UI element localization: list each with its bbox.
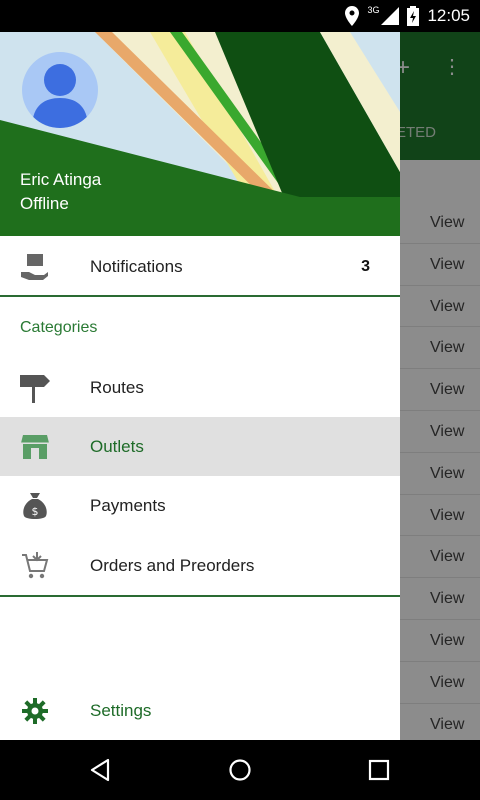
user-name: Eric Atinga [20,170,102,189]
navigation-drawer: Eric Atinga Offline Notifications 3 Cate… [0,32,400,740]
sidebar-item-label: Payments [90,495,166,515]
system-nav-bar [0,740,480,800]
sidebar-item-outlets[interactable]: Outlets [0,417,400,476]
section-title: Categories [20,319,98,336]
back-icon [90,758,110,782]
home-button[interactable] [222,752,258,788]
sidebar-item-label: Orders and Preorders [90,555,255,575]
svg-text:$: $ [32,505,39,518]
sidebar-item-orders[interactable]: Orders and Preorders [0,536,400,595]
sidebar-item-label: Outlets [90,436,144,456]
divider [0,295,400,297]
settings-item[interactable]: Settings [0,681,400,740]
divider [0,595,400,597]
status-bar: 3G 12:05 [0,0,480,32]
signal-icon [381,7,400,25]
back-button[interactable] [82,752,118,788]
notifications-label: Notifications [90,256,183,276]
battery-icon [407,6,420,26]
notifications-count: 3 [361,257,370,275]
money-bag-icon: $ [20,491,50,521]
notifications-item[interactable]: Notifications 3 [0,237,400,296]
person-icon [32,64,88,128]
sidebar-item-payments[interactable]: $ Payments [0,476,400,535]
sidebar-item-routes[interactable]: Routes [0,358,400,417]
store-icon [20,432,50,462]
settings-label: Settings [90,700,152,720]
clock: 12:05 [427,6,470,25]
network-type-label: 3G [367,5,380,15]
cart-add-icon [20,551,50,581]
location-icon [345,6,360,26]
user-status: Offline [20,194,69,213]
signpost-icon [20,373,50,403]
avatar[interactable] [22,52,98,128]
home-icon [229,759,251,781]
recents-icon [368,759,390,781]
package-hand-icon [20,252,50,282]
drawer-header: Eric Atinga Offline [0,32,400,236]
recents-button[interactable] [361,752,397,788]
gear-icon [20,696,50,726]
sidebar-item-label: Routes [90,377,144,397]
